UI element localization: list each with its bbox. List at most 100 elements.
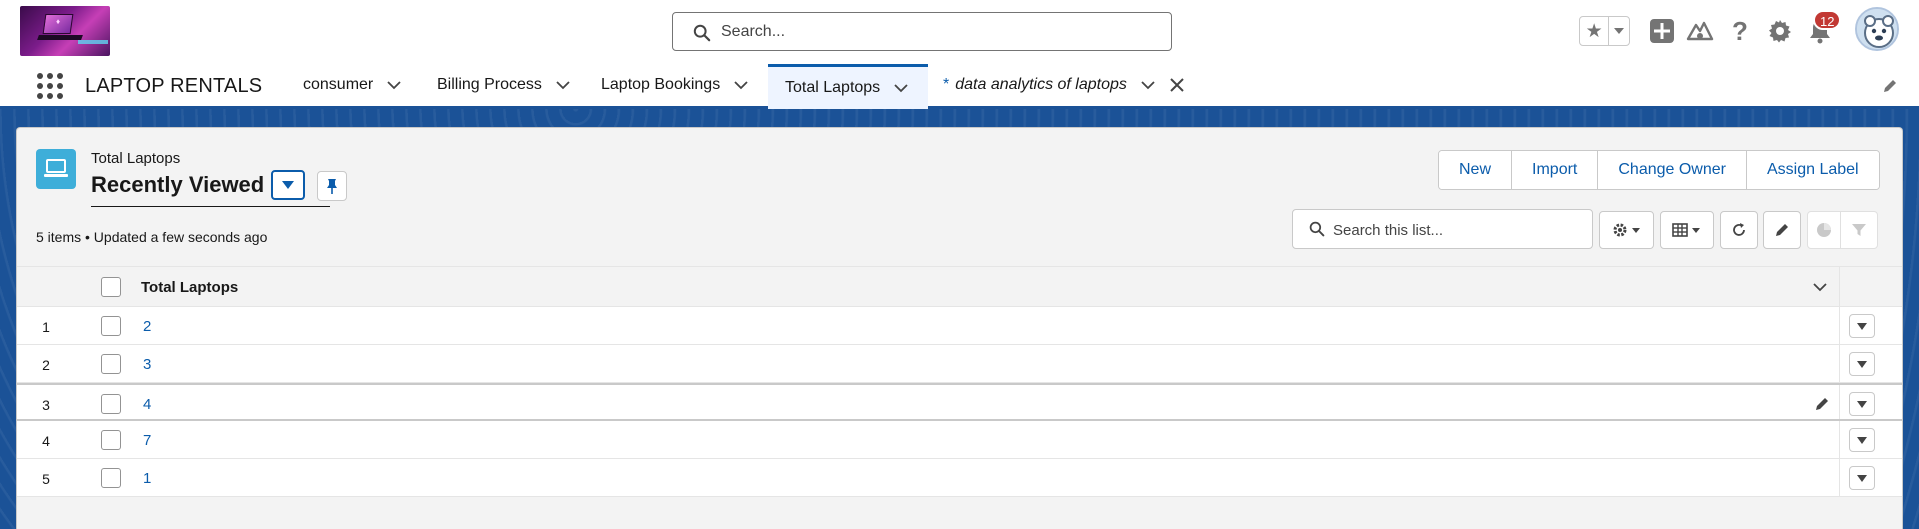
edit-nav-pencil-icon[interactable] — [1882, 78, 1898, 94]
nav-tab-label: Billing Process — [437, 76, 542, 93]
object-label: Total Laptops — [91, 150, 181, 167]
select-all-checkbox[interactable] — [101, 277, 121, 297]
row-checkbox[interactable] — [101, 468, 121, 488]
row-checkbox[interactable] — [101, 394, 121, 414]
table-row[interactable]: 2 3 — [17, 345, 1902, 383]
help-question-icon[interactable]: ? — [1726, 16, 1754, 46]
row-checkbox[interactable] — [101, 354, 121, 374]
table-icon — [1672, 223, 1700, 237]
table-row[interactable]: 5 1 — [17, 459, 1902, 497]
column-divider — [1839, 345, 1840, 382]
global-header: ♦ ★ ? 12 — [0, 0, 1919, 64]
nav-tab-data-analytics[interactable]: * data analytics of laptops — [943, 64, 1155, 106]
global-search-input[interactable] — [721, 22, 1151, 42]
gear-icon — [1613, 223, 1640, 237]
row-number: 4 — [42, 433, 50, 449]
column-header-total-laptops[interactable]: Total Laptops — [141, 279, 238, 296]
inline-edit-button[interactable] — [1763, 211, 1801, 249]
chevron-down-icon — [1857, 474, 1867, 482]
display-as-table-button[interactable] — [1660, 211, 1714, 249]
filters-button[interactable] — [1840, 211, 1878, 249]
record-link[interactable]: 2 — [143, 318, 151, 335]
assign-label-button[interactable]: Assign Label — [1746, 151, 1879, 189]
pin-list-view-button[interactable] — [317, 171, 347, 201]
nav-tab-label: consumer — [303, 76, 374, 93]
row-checkbox[interactable] — [101, 430, 121, 450]
column-actions-chevron-icon[interactable] — [1812, 279, 1828, 295]
refresh-button[interactable] — [1720, 211, 1758, 249]
chevron-down-icon — [1857, 436, 1867, 444]
table-row[interactable]: 3 4 — [17, 383, 1902, 421]
chevron-down-icon[interactable] — [556, 78, 570, 92]
favorites-star-icon[interactable]: ★ — [1580, 17, 1610, 45]
column-divider — [1839, 267, 1840, 306]
new-button[interactable]: New — [1439, 151, 1513, 189]
list-view-controls-button[interactable] — [1599, 211, 1654, 249]
column-divider — [1839, 307, 1840, 344]
user-avatar[interactable] — [1855, 7, 1899, 51]
app-navigation-bar: LAPTOP RENTALS consumer Billing Process … — [0, 64, 1919, 109]
record-link[interactable]: 4 — [143, 396, 151, 413]
chevron-down-icon — [282, 181, 294, 189]
chevron-down-icon[interactable] — [387, 78, 401, 92]
pin-icon — [327, 179, 337, 194]
chevron-down-icon[interactable] — [894, 81, 908, 95]
row-actions-button[interactable] — [1849, 352, 1875, 376]
chevron-down-icon — [1857, 322, 1867, 330]
close-tab-icon[interactable] — [1168, 76, 1186, 94]
org-logo[interactable]: ♦ — [20, 6, 110, 56]
list-table: Total Laptops 1 2 2 3 3 4 4 7 5 1 — [17, 266, 1902, 497]
nav-tab-total-laptops[interactable]: Total Laptops — [768, 64, 928, 109]
nav-tab-consumer[interactable]: consumer — [303, 64, 401, 106]
setup-gear-icon[interactable] — [1766, 17, 1794, 45]
list-view-title[interactable]: Recently Viewed — [91, 172, 264, 198]
record-link[interactable]: 3 — [143, 356, 151, 373]
chevron-down-icon[interactable] — [1141, 78, 1155, 92]
trailhead-guidance-icon[interactable] — [1686, 17, 1714, 45]
list-search[interactable] — [1292, 209, 1593, 249]
table-row[interactable]: 1 2 — [17, 307, 1902, 345]
pencil-icon — [1776, 224, 1788, 236]
favorites-menu-chevron-icon[interactable] — [1609, 17, 1629, 45]
import-button[interactable]: Import — [1512, 151, 1599, 189]
row-number: 1 — [42, 319, 50, 335]
chevron-down-icon — [1857, 400, 1867, 408]
nav-tab-billing-process[interactable]: Billing Process — [437, 64, 570, 106]
app-launcher-waffle-icon[interactable] — [37, 73, 63, 99]
title-underline — [91, 206, 330, 207]
filter-icon — [1852, 224, 1866, 236]
unsaved-marker: * — [943, 76, 950, 93]
list-actions-button-group: New Import Change Owner Assign Label — [1438, 150, 1880, 190]
row-actions-button[interactable] — [1849, 392, 1875, 416]
table-row[interactable]: 4 7 — [17, 421, 1902, 459]
table-header-row: Total Laptops — [17, 266, 1902, 307]
nav-tab-label: Total Laptops — [785, 79, 881, 96]
nav-tab-laptop-bookings[interactable]: Laptop Bookings — [601, 64, 748, 106]
row-checkbox[interactable] — [101, 316, 121, 336]
search-icon — [1309, 221, 1325, 237]
record-link[interactable]: 1 — [143, 470, 151, 487]
row-actions-button[interactable] — [1849, 428, 1875, 452]
chevron-down-icon — [1857, 360, 1867, 368]
row-number: 2 — [42, 357, 50, 373]
nav-tab-label: Laptop Bookings — [601, 76, 721, 93]
list-view-picker-button[interactable] — [271, 170, 305, 200]
chevron-down-icon[interactable] — [734, 78, 748, 92]
search-icon — [693, 24, 711, 42]
row-actions-button[interactable] — [1849, 314, 1875, 338]
favorites-group: ★ — [1579, 16, 1630, 46]
record-link[interactable]: 7 — [143, 432, 151, 449]
change-owner-button[interactable]: Change Owner — [1598, 151, 1747, 189]
nav-tab-label: data analytics of laptops — [955, 76, 1127, 93]
list-search-input[interactable] — [1333, 220, 1583, 240]
refresh-icon — [1733, 223, 1745, 236]
inline-edit-pencil-icon[interactable] — [1814, 396, 1830, 412]
list-status-text: 5 items • Updated a few seconds ago — [36, 229, 268, 245]
column-divider — [1839, 421, 1840, 458]
global-search[interactable] — [672, 12, 1172, 51]
app-name: LAPTOP RENTALS — [85, 75, 263, 97]
global-create-plus-icon[interactable] — [1648, 17, 1676, 45]
row-actions-button[interactable] — [1849, 466, 1875, 490]
row-number: 5 — [42, 471, 50, 487]
show-charts-button[interactable] — [1807, 211, 1841, 249]
